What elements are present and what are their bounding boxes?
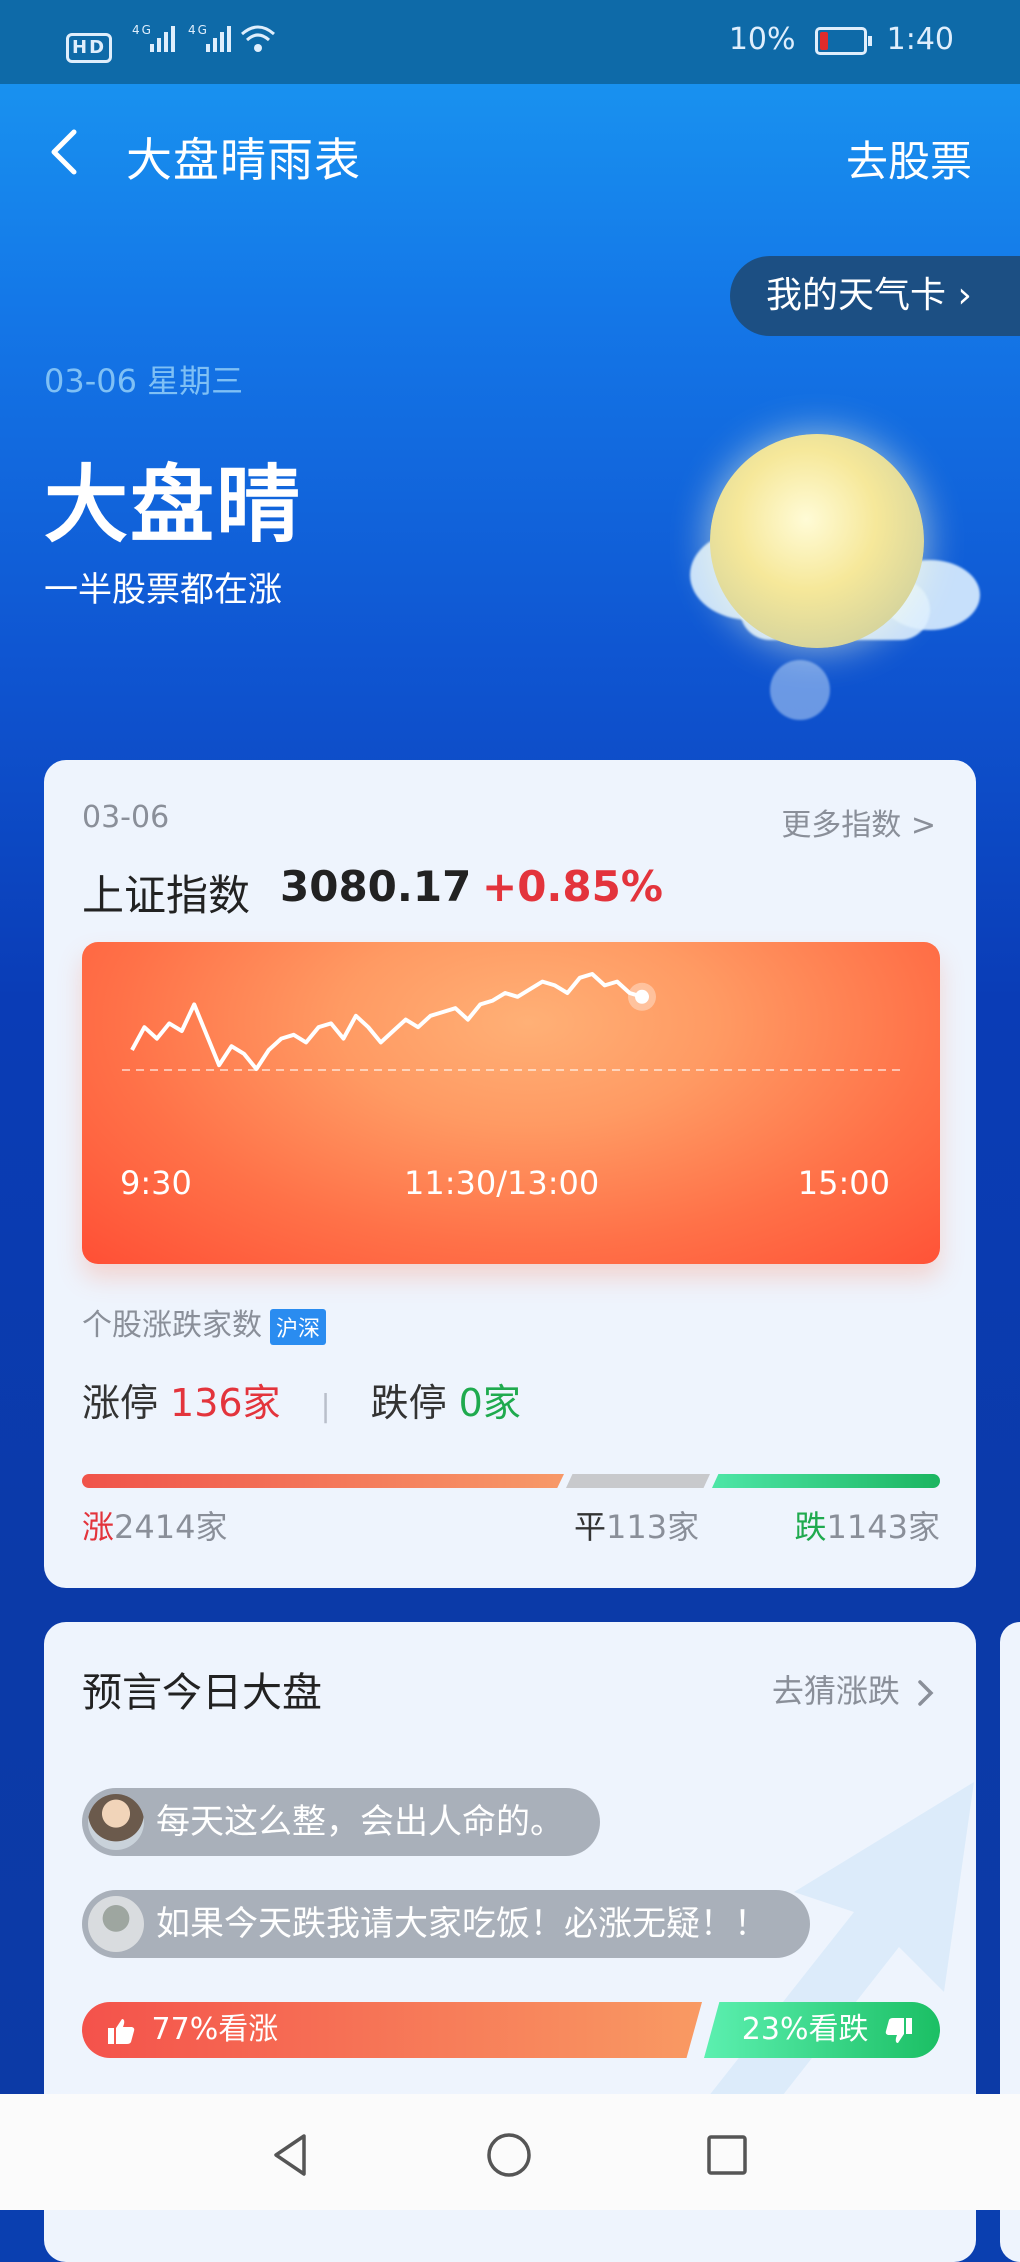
guess-link[interactable]: 去猜涨跌 (772, 1666, 936, 1712)
hero-headline: 大盘晴 (44, 456, 303, 554)
limit-down-label: 跌停 (370, 1381, 447, 1425)
recent-square-icon[interactable] (702, 2130, 752, 2180)
comment-text: 如果今天跌我请大家吃饭！必涨无疑！！ (156, 1904, 768, 1944)
home-circle-icon[interactable] (484, 2130, 534, 2180)
sun-cloud-icon (680, 410, 980, 730)
flat-count-label: 平113家 (574, 1502, 699, 1548)
limit-up-label: 涨停 (82, 1381, 159, 1425)
vote-bar: 77%看涨 23%看跌 (82, 2002, 940, 2058)
comment-bubble[interactable]: 如果今天跌我请大家吃饭！必涨无疑！！ (82, 1890, 810, 1958)
my-weather-card-button[interactable]: 我的天气卡 › (730, 256, 1020, 336)
distribution-bar (82, 1474, 940, 1488)
x-tick-label: 15:00 (797, 1164, 890, 1202)
clock: 1:40 (886, 22, 954, 57)
vote-up-label: 77%看涨 (151, 2012, 279, 2047)
current-point (635, 989, 649, 1004)
comment-bubble[interactable]: 每天这么整，会出人命的。 (82, 1788, 600, 1856)
avatar (88, 1794, 144, 1850)
vote-down-button[interactable]: 23%看跌 (704, 2002, 940, 2058)
index-name: 上证指数 (82, 871, 251, 920)
guess-link-label: 去猜涨跌 (771, 1672, 900, 1710)
stats-title-text: 个股涨跌家数 (82, 1308, 262, 1343)
intraday-chart[interactable]: 9:30 11:30/13:00 15:00 (82, 942, 940, 1264)
battery-icon (815, 26, 873, 55)
svg-text:4G: 4G (188, 23, 209, 37)
more-index-link[interactable]: 更多指数 > (781, 800, 936, 844)
limit-separator: | (320, 1389, 331, 1424)
vote-down-label: 23%看跌 (741, 2012, 869, 2047)
market-badge: 沪深 (270, 1308, 327, 1345)
page-title: 大盘晴雨表 (126, 133, 361, 187)
svg-text:4G: 4G (132, 23, 153, 37)
x-tick-label: 11:30/13:00 (404, 1164, 600, 1202)
up-segment (82, 1474, 564, 1488)
hero-date: 03-06 星期三 (44, 362, 244, 400)
hd-badge: HD (66, 32, 113, 63)
flat-segment (566, 1474, 710, 1488)
up-count-label: 涨2414家 (82, 1502, 227, 1548)
system-nav-bar (0, 2094, 1020, 2210)
status-right: 10% 1:40 (729, 22, 954, 57)
index-value: 3080.17 (280, 862, 472, 911)
index-change: +0.85% (482, 862, 663, 911)
top-bar: 大盘晴雨表 去股票 (0, 84, 1020, 224)
flat-value: 113家 (606, 1508, 700, 1546)
chevron-right-icon (918, 1680, 934, 1706)
predict-title: 预言今日大盘 (82, 1670, 322, 1716)
vote-up-button[interactable]: 77%看涨 (82, 2002, 702, 2058)
back-arrow-icon[interactable] (44, 124, 84, 180)
back-triangle-icon[interactable] (266, 2130, 316, 2180)
stats-title: 个股涨跌家数 沪深 (82, 1300, 327, 1345)
comment-text: 每天这么整，会出人命的。 (156, 1802, 564, 1842)
limit-up-value: 136家 (170, 1381, 281, 1425)
battery-percent: 10% (728, 22, 796, 57)
thumb-up-icon (108, 2018, 135, 2044)
signal-icon: 4G 4G (132, 23, 282, 64)
down-segment (712, 1474, 940, 1488)
down-count-label: 跌1143家 (795, 1502, 940, 1548)
avatar (88, 1896, 144, 1952)
hero-subline: 一半股票都在涨 (44, 570, 282, 610)
index-card: 03-06 更多指数 > 上证指数 3080.17 +0.85% 9:30 11… (44, 760, 976, 1588)
limit-row: 涨停 136家 | 跌停 0家 (82, 1372, 521, 1427)
thumb-down-icon (885, 2017, 912, 2043)
index-line (130, 972, 643, 1071)
index-date: 03-06 (82, 800, 170, 835)
goto-stock-link[interactable]: 去股票 (846, 128, 972, 189)
status-left: HD 4G 4G (66, 22, 282, 64)
up-key: 涨 (82, 1508, 115, 1546)
flat-key: 平 (574, 1508, 607, 1546)
down-key: 跌 (794, 1508, 827, 1546)
up-value: 2414家 (114, 1508, 228, 1546)
intraday-chart-svg (122, 972, 902, 1071)
x-tick-label: 9:30 (120, 1164, 192, 1202)
down-value: 1143家 (826, 1508, 940, 1546)
limit-down-value: 0家 (458, 1381, 521, 1425)
status-bar: HD 4G 4G 10% 1:40 (0, 0, 1020, 84)
